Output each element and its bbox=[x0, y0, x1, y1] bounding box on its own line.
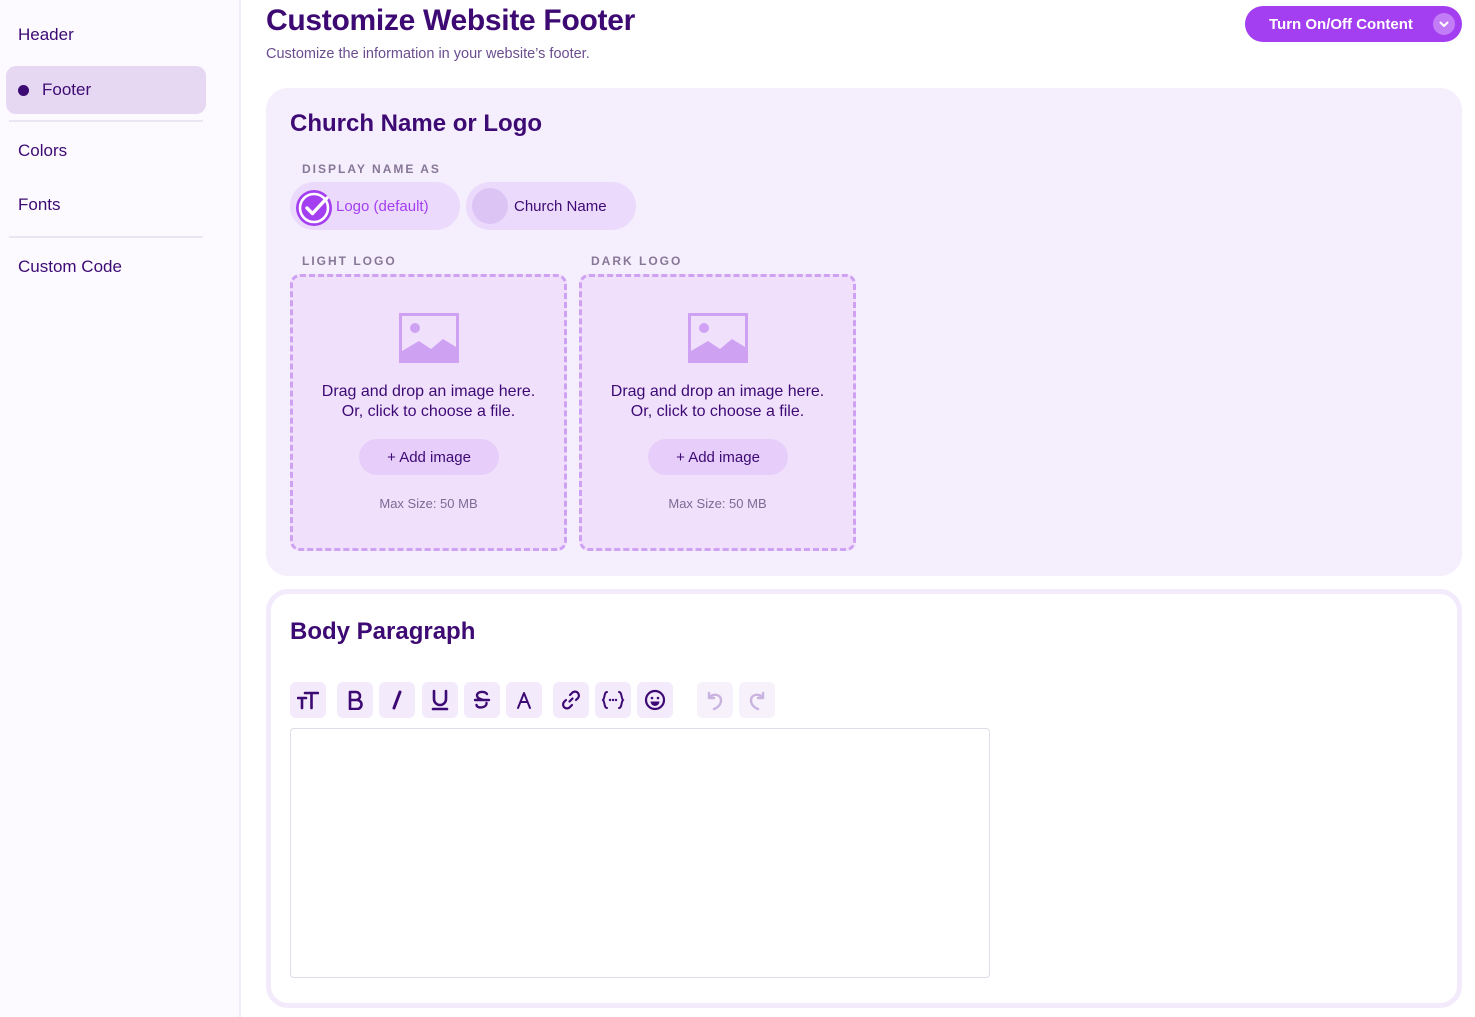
undo-icon[interactable] bbox=[697, 682, 733, 718]
image-placeholder-icon bbox=[688, 313, 748, 368]
body-paragraph-editor[interactable] bbox=[290, 728, 990, 978]
dropzone-line-1: Drag and drop an image here. bbox=[610, 383, 825, 400]
bold-icon[interactable] bbox=[337, 682, 373, 718]
sidebar-item-label: Custom Code bbox=[18, 257, 122, 276]
section-title: Church Name or Logo bbox=[290, 110, 543, 137]
sidebar-item-label: Fonts bbox=[18, 195, 61, 214]
church-name-logo-card: Church Name or Logo DISPLAY NAME AS Logo… bbox=[266, 88, 1462, 576]
dropzone-line-1: Drag and drop an image here. bbox=[321, 383, 536, 400]
strikethrough-icon[interactable] bbox=[464, 682, 500, 718]
turn-on-off-content-button[interactable]: Turn On/Off Content bbox=[1245, 6, 1462, 42]
sidebar-item-fonts[interactable]: Fonts bbox=[6, 181, 206, 229]
light-logo-label: LIGHT LOGO bbox=[302, 254, 397, 268]
sidebar-item-label: Footer bbox=[42, 80, 92, 99]
page-title: Customize Website Footer bbox=[266, 4, 635, 37]
dropzone-line-2: Or, click to choose a file. bbox=[630, 403, 805, 420]
sidebar-item-header[interactable]: Header bbox=[6, 11, 206, 59]
option-logo-default[interactable]: Logo (default) bbox=[290, 182, 460, 230]
option-label: Logo (default) bbox=[336, 197, 429, 215]
sidebar-divider bbox=[9, 120, 203, 122]
sidebar-item-footer[interactable]: Footer bbox=[6, 66, 206, 114]
text-size-icon[interactable] bbox=[290, 682, 326, 718]
toggle-button-label: Turn On/Off Content bbox=[1269, 15, 1413, 33]
link-icon[interactable] bbox=[553, 682, 589, 718]
sidebar-divider bbox=[9, 236, 203, 238]
image-placeholder-icon bbox=[399, 313, 459, 368]
add-image-button[interactable]: + Add image bbox=[359, 439, 499, 475]
unchecked-radio-icon bbox=[472, 188, 508, 224]
display-name-as-label: DISPLAY NAME AS bbox=[302, 162, 441, 176]
add-image-button[interactable]: + Add image bbox=[648, 439, 788, 475]
emoji-icon[interactable] bbox=[637, 682, 673, 718]
active-dot-icon bbox=[18, 84, 29, 96]
sidebar-item-colors[interactable]: Colors bbox=[6, 127, 206, 175]
body-paragraph-card: Body Paragraph bbox=[266, 589, 1462, 1008]
sidebar: Header Footer Colors Fonts Custom Code bbox=[0, 0, 241, 1017]
underline-icon[interactable] bbox=[422, 682, 458, 718]
option-church-name[interactable]: Church Name bbox=[466, 182, 636, 230]
chevron-down-icon[interactable] bbox=[1433, 13, 1455, 35]
dark-logo-dropzone[interactable]: Drag and drop an image here. Or, click t… bbox=[579, 274, 856, 551]
sidebar-item-custom-code[interactable]: Custom Code bbox=[6, 243, 206, 291]
sidebar-item-label: Colors bbox=[18, 141, 68, 160]
checked-radio-icon bbox=[294, 188, 332, 226]
redo-icon[interactable] bbox=[739, 682, 775, 718]
max-size-text: Max Size: 50 MB bbox=[379, 496, 478, 511]
option-label: Church Name bbox=[514, 197, 607, 215]
font-color-icon[interactable] bbox=[506, 682, 542, 718]
variable-icon[interactable] bbox=[595, 682, 631, 718]
max-size-text: Max Size: 50 MB bbox=[668, 496, 767, 511]
dark-logo-label: DARK LOGO bbox=[591, 254, 683, 268]
italic-icon[interactable] bbox=[379, 682, 415, 718]
section-title: Body Paragraph bbox=[290, 618, 476, 645]
light-logo-dropzone[interactable]: Drag and drop an image here. Or, click t… bbox=[290, 274, 567, 551]
page-subtitle: Customize the information in your websit… bbox=[266, 46, 590, 62]
sidebar-item-label: Header bbox=[18, 25, 74, 44]
dropzone-line-2: Or, click to choose a file. bbox=[341, 403, 516, 420]
